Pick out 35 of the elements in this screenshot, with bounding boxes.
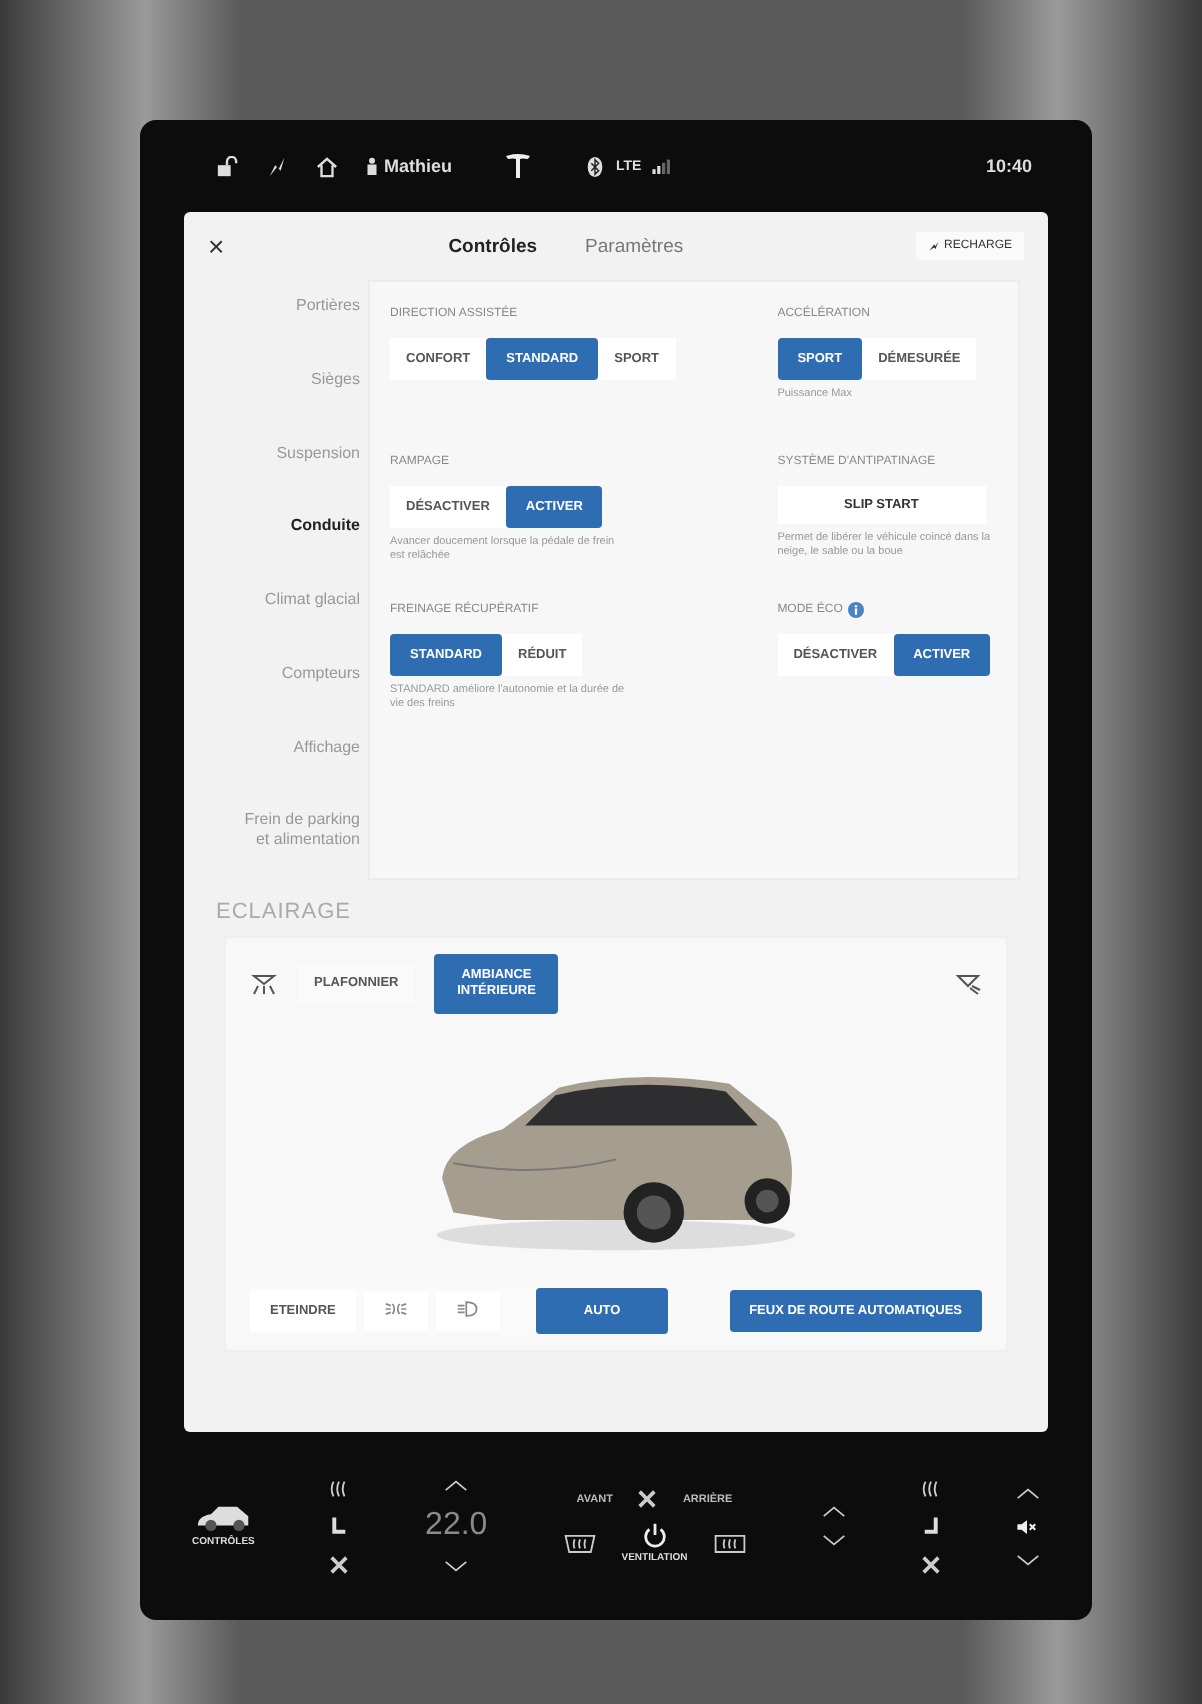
clock-time: 10:40: [985, 156, 1032, 176]
front-defrost-icon[interactable]: [561, 1532, 598, 1554]
power-icon: [641, 1522, 668, 1548]
person-icon: [366, 156, 378, 176]
volume-up-button[interactable]: [1015, 1485, 1040, 1499]
parking-light-button[interactable]: [363, 1292, 428, 1330]
mute-icon[interactable]: [1016, 1515, 1039, 1537]
seat-heater-icon[interactable]: [919, 1477, 942, 1499]
rear-defrost-icon[interactable]: [711, 1532, 748, 1554]
bluetooth-icon[interactable]: [584, 155, 607, 177]
temperature-down-button[interactable]: [821, 1534, 846, 1548]
temperature-up-button[interactable]: [821, 1504, 846, 1518]
unlock-icon[interactable]: [216, 155, 238, 177]
sidebar-item[interactable]: Conduite: [228, 516, 360, 586]
driver-profile[interactable]: Mathieu: [366, 156, 453, 176]
temperature-down-button[interactable]: [444, 1560, 469, 1574]
tab[interactable]: Paramètres: [585, 235, 684, 257]
section-title: ECLAIRAGE: [216, 900, 353, 924]
lightning-icon: [927, 240, 940, 252]
reading-light-icon[interactable]: [954, 971, 982, 996]
signal-icon: [651, 158, 672, 174]
info-icon[interactable]: [848, 602, 865, 618]
low-beam-button[interactable]: [435, 1292, 500, 1330]
volume-down-button[interactable]: [1015, 1553, 1040, 1567]
lightning-icon[interactable]: [266, 155, 288, 177]
temperature-up-button[interactable]: [444, 1478, 469, 1492]
temperature-reading: 22.0: [425, 1508, 488, 1544]
low-beam-icon: [455, 1300, 480, 1318]
close-button[interactable]: ×: [208, 230, 225, 262]
parking-light-icon: [383, 1300, 408, 1318]
seat-heater-icon[interactable]: [328, 1477, 351, 1499]
tab[interactable]: Contrôles: [448, 235, 538, 257]
dome-light-icon[interactable]: [250, 971, 278, 996]
t-logo-icon[interactable]: [504, 152, 533, 180]
home-icon[interactable]: [316, 155, 338, 177]
